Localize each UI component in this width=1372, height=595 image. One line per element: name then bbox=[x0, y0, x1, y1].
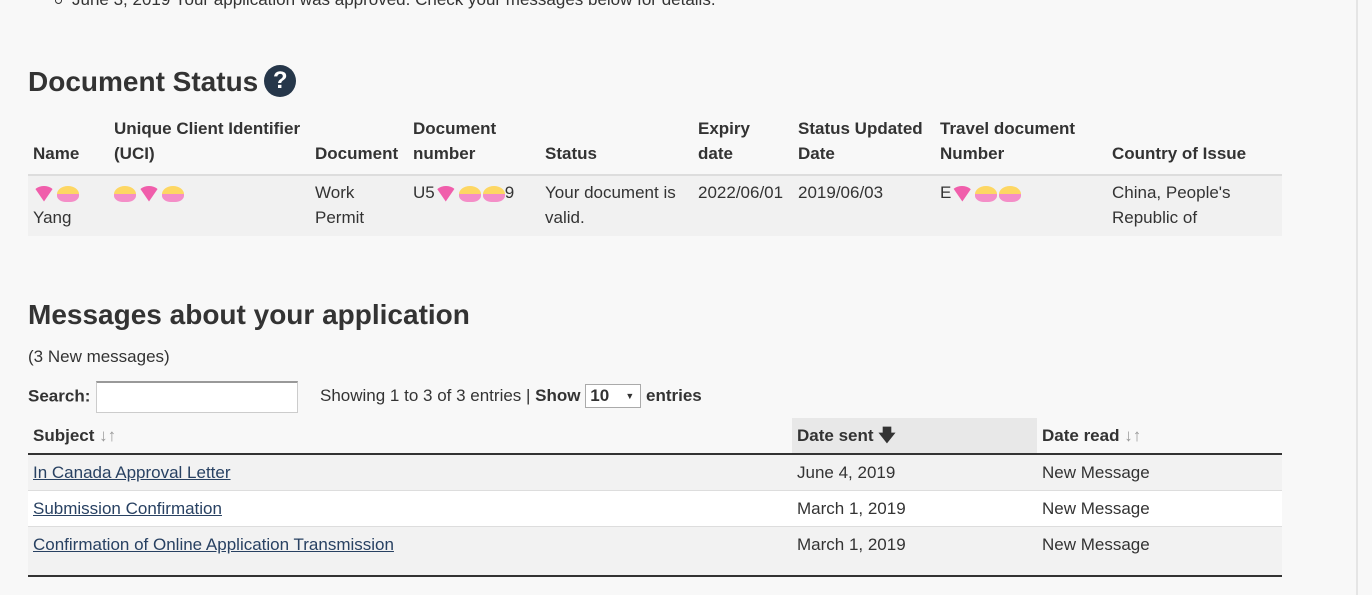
bullet-icon bbox=[55, 0, 62, 5]
sort-desc-icon: 🡇 bbox=[878, 426, 896, 445]
col-country: Country of Issue bbox=[1112, 144, 1247, 163]
col-date-sent[interactable]: Date sent 🡇 bbox=[792, 418, 1037, 455]
col-expiry: Expiry date bbox=[698, 119, 750, 163]
message-link[interactable]: Confirmation of Online Application Trans… bbox=[33, 535, 394, 554]
col-document: Document bbox=[315, 144, 399, 163]
new-message-count: (3 New messages) bbox=[28, 347, 170, 366]
messages-table: Subject ↓↑ Date sent 🡇 Date read ↓↑ In C… bbox=[28, 418, 1282, 577]
search-box: Search: bbox=[28, 381, 299, 413]
redaction-sticker bbox=[951, 185, 1022, 202]
col-status: Status bbox=[545, 144, 597, 163]
page-size-select[interactable]: 10 ▼ bbox=[585, 384, 642, 408]
col-uci: Unique Client Identifier (UCI) bbox=[114, 119, 301, 163]
col-subject[interactable]: Subject ↓↑ bbox=[28, 418, 792, 455]
messages-title: Messages about your application bbox=[28, 299, 470, 330]
scrollbar[interactable] bbox=[1356, 0, 1358, 595]
col-travel-doc: Travel document Number bbox=[940, 119, 1076, 163]
document-status-table: Name Unique Client Identifier (UCI) Docu… bbox=[28, 116, 1282, 236]
sort-icon: ↓↑ bbox=[99, 426, 117, 445]
redaction-sticker bbox=[434, 185, 505, 202]
message-link[interactable]: Submission Confirmation bbox=[33, 499, 222, 518]
redaction-sticker bbox=[33, 185, 79, 202]
col-name: Name bbox=[33, 144, 80, 163]
table-footer bbox=[28, 562, 1282, 577]
sort-icon: ↓↑ bbox=[1124, 426, 1142, 445]
redaction-sticker bbox=[114, 185, 184, 202]
col-document-number: Document number bbox=[413, 119, 497, 163]
table-info: Showing 1 to 3 of 3 entries | Show 10 ▼ e… bbox=[320, 384, 702, 408]
col-date-read[interactable]: Date read ↓↑ bbox=[1037, 418, 1282, 455]
caret-down-icon: ▼ bbox=[625, 391, 635, 401]
col-status-updated: Status Updated Date bbox=[798, 119, 923, 163]
table-row: In Canada Approval Letter June 4, 2019 New… bbox=[28, 454, 1282, 491]
question-circle-icon[interactable]: ? bbox=[264, 64, 297, 97]
search-input[interactable] bbox=[96, 381, 299, 413]
table-row: Confirmation of Online Application Trans… bbox=[28, 526, 1282, 562]
table-row: Yang Work Permit U5 9 Your document is va… bbox=[28, 175, 1282, 236]
table-row: Submission Confirmation March 1, 2019 New … bbox=[28, 490, 1282, 527]
status-notice: June 3, 2019 Your application was approv… bbox=[55, 0, 716, 10]
document-status-title: Document Status? bbox=[28, 64, 297, 100]
message-link[interactable]: In Canada Approval Letter bbox=[33, 463, 231, 482]
